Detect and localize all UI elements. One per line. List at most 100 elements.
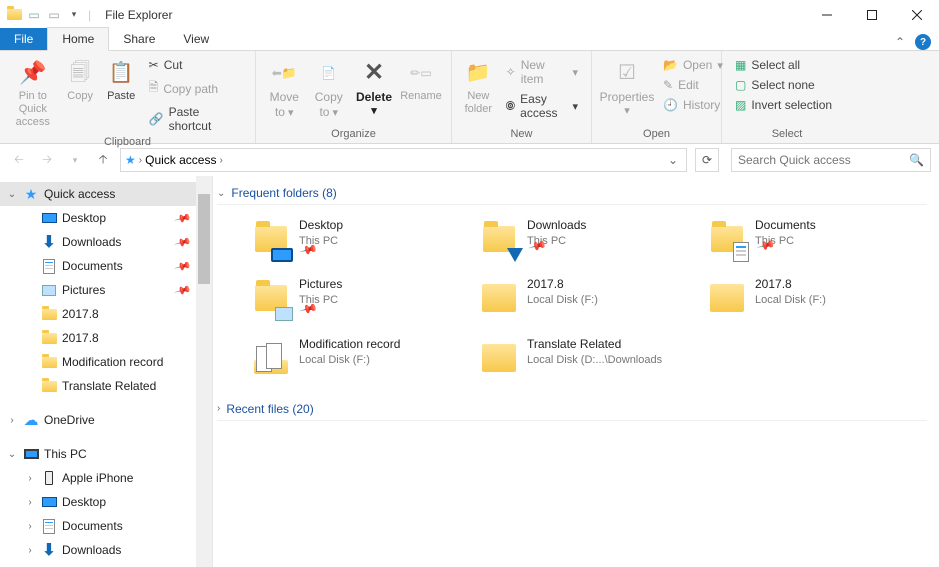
invert-selection-button[interactable]: ▨Invert selection — [732, 96, 835, 114]
paste-button[interactable]: 📋Paste — [101, 54, 142, 135]
folder-location: Local Disk (D:...\Downloads — [527, 353, 662, 367]
edit-button[interactable]: ✎Edit — [660, 76, 726, 94]
folder-location: Local Disk (F:) — [755, 293, 826, 307]
folder-name: Desktop — [299, 218, 343, 234]
sidebar-item[interactable]: 2017.8 — [0, 326, 212, 350]
folder-icon — [251, 337, 291, 379]
search-icon[interactable]: 🔍 — [909, 153, 924, 167]
folder-item[interactable]: Desktop This PC 📌 — [247, 215, 475, 268]
sidebar-item[interactable]: 2017.8 — [0, 302, 212, 326]
sidebar-item[interactable]: ⬇Downloads📌 — [0, 230, 212, 254]
content-area: ⌄ Frequent folders (8) Desktop This PC 📌… — [213, 176, 939, 567]
frequent-folders-header[interactable]: ⌄ Frequent folders (8) — [217, 186, 927, 205]
sidebar-item[interactable]: ›Desktop — [0, 490, 212, 514]
sidebar-quick-access[interactable]: ⌄★Quick access — [0, 182, 212, 206]
ribbon: 📌Pin to Quick access 🗐Copy 📋Paste ✂Cut 🗎… — [0, 51, 939, 144]
copy-button[interactable]: 🗐Copy — [60, 54, 101, 135]
sidebar-item[interactable]: Desktop📌 — [0, 206, 212, 230]
qat-newfolder-icon[interactable]: ▭ — [46, 7, 62, 23]
new-item-icon: ✧ — [506, 65, 516, 79]
address-dropdown-icon[interactable]: ⌄ — [668, 153, 682, 167]
refresh-button[interactable]: ⟳ — [695, 148, 719, 172]
pin-icon: 📌 — [174, 281, 192, 299]
tab-view[interactable]: View — [169, 28, 223, 50]
folder-icon — [479, 277, 519, 319]
history-button[interactable]: 🕘History — [660, 96, 726, 114]
folder-icon — [251, 277, 291, 319]
maximize-button[interactable] — [849, 0, 894, 29]
search-box[interactable]: 🔍 — [731, 148, 931, 172]
tab-home[interactable]: Home — [47, 27, 109, 51]
invert-icon: ▨ — [735, 98, 746, 112]
group-organize-label: Organize — [256, 127, 451, 143]
new-item-button[interactable]: ✧New item ▾ — [503, 56, 581, 88]
group-select-label: Select — [722, 127, 852, 143]
folder-item[interactable]: Downloads This PC 📌 — [475, 215, 703, 268]
select-none-button[interactable]: ▢Select none — [732, 76, 835, 94]
copy-path-icon: 🗎 — [149, 78, 159, 99]
recent-files-header[interactable]: › Recent files (20) — [217, 402, 927, 421]
breadcrumb-root[interactable]: Quick access — [145, 153, 216, 167]
history-icon: 🕘 — [663, 98, 678, 112]
sidebar-onedrive[interactable]: ›☁OneDrive — [0, 408, 212, 432]
sidebar-this-pc[interactable]: ⌄This PC — [0, 442, 212, 466]
quick-access-star-icon: ★ — [125, 153, 136, 167]
pin-icon: 📌 — [174, 209, 192, 227]
collapse-icon: ⌄ — [217, 188, 225, 199]
tab-share[interactable]: Share — [109, 28, 169, 50]
easy-access-button[interactable]: 🞋Easy access ▾ — [503, 90, 581, 122]
rename-button[interactable]: ✏▭Rename — [397, 54, 445, 127]
sidebar-item[interactable]: ›Apple iPhone — [0, 466, 212, 490]
properties-button[interactable]: ☑Properties▾ — [598, 54, 656, 127]
recent-locations-button[interactable]: ▾ — [64, 149, 86, 171]
move-to-button[interactable]: ⬅📁Move to ▾ — [262, 54, 307, 127]
forward-button[interactable]: 🡢 — [36, 149, 58, 171]
folder-item[interactable]: 2017.8 Local Disk (F:) — [475, 274, 703, 327]
group-new-label: New — [452, 127, 591, 143]
chevron-right-icon[interactable]: › — [219, 155, 222, 166]
copy-path-button[interactable]: 🗎Copy path — [146, 76, 245, 101]
folder-icon — [479, 337, 519, 379]
scissors-icon: ✂ — [149, 58, 159, 72]
copy-to-button[interactable]: 📄Copy to ▾ — [307, 54, 352, 127]
help-icon[interactable]: ? — [915, 34, 931, 50]
sidebar-item[interactable]: Translate Related — [0, 374, 212, 398]
folder-item[interactable]: Translate Related Local Disk (D:...\Down… — [475, 334, 703, 382]
edit-icon: ✎ — [663, 78, 673, 92]
cut-button[interactable]: ✂Cut — [146, 56, 245, 74]
sidebar-item[interactable]: Modification record — [0, 350, 212, 374]
address-bar[interactable]: ★ › Quick access › ⌄ — [120, 148, 687, 172]
paste-shortcut-button[interactable]: 🔗Paste shortcut — [146, 103, 245, 135]
delete-button[interactable]: ✕Delete▾ — [351, 54, 397, 127]
folder-name: Documents — [755, 218, 816, 234]
sidebar-item[interactable]: ›⬇Downloads — [0, 538, 212, 562]
sidebar-item[interactable]: Documents📌 — [0, 254, 212, 278]
recent-files-title: Recent files (20) — [226, 402, 313, 416]
sidebar-item[interactable]: Pictures📌 — [0, 278, 212, 302]
new-folder-button[interactable]: 📁New folder — [458, 54, 499, 127]
expand-icon: › — [217, 403, 220, 414]
folder-item[interactable]: 2017.8 Local Disk (F:) — [703, 274, 931, 327]
select-all-button[interactable]: ▦Select all — [732, 56, 835, 74]
shortcut-icon: 🔗 — [149, 112, 164, 126]
tab-file[interactable]: File — [0, 28, 47, 50]
sidebar-scrollbar[interactable] — [196, 176, 212, 567]
qat-dropdown-icon[interactable]: ▾ — [66, 7, 82, 23]
close-button[interactable] — [894, 0, 939, 29]
sidebar-item[interactable]: ›Documents — [0, 514, 212, 538]
open-button[interactable]: 📂Open ▾ — [660, 56, 726, 74]
select-none-icon: ▢ — [735, 78, 746, 92]
folder-item[interactable]: Pictures This PC 📌 — [247, 274, 475, 327]
pin-to-quick-access-button[interactable]: 📌Pin to Quick access — [6, 54, 60, 135]
minimize-button[interactable] — [804, 0, 849, 29]
qat-properties-icon[interactable]: ▭ — [26, 7, 42, 23]
folder-item[interactable]: Modification record Local Disk (F:) — [247, 334, 475, 382]
folder-location: Local Disk (F:) — [527, 293, 598, 307]
nav-pane: ⌄★Quick accessDesktop📌⬇Downloads📌Documen… — [0, 176, 213, 567]
search-input[interactable] — [738, 153, 909, 167]
back-button[interactable]: 🡠 — [8, 149, 30, 171]
up-button[interactable]: 🡡 — [92, 149, 114, 171]
folder-item[interactable]: Documents This PC 📌 — [703, 215, 931, 268]
collapse-ribbon-icon[interactable]: ⌃ — [895, 35, 905, 49]
ribbon-tabs: File Home Share View ⌃ ? — [0, 29, 939, 51]
